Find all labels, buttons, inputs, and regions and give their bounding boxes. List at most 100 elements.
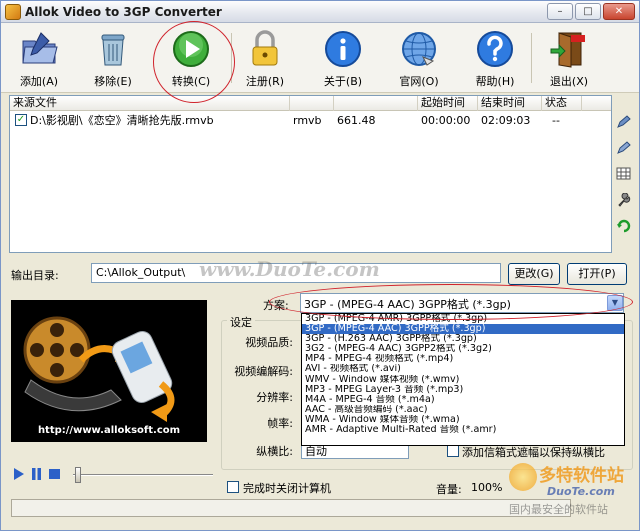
plan-option[interactable]: AAC - 高级音频编码 (*.aac) <box>302 405 624 415</box>
grid-icon[interactable] <box>616 167 632 181</box>
file-row[interactable]: ✓ D:\影视剧\《恋空》清晰抢先版.rmvb rmvb 661.48 00:0… <box>10 112 611 129</box>
about-button[interactable]: 关于(B) <box>315 27 371 89</box>
corner-brand-logo: 多特软件站 DuoTe.com 国内最安全的软件站 <box>509 459 633 519</box>
window-title: Allok Video to 3GP Converter <box>25 5 222 19</box>
col-source-file[interactable]: 来源文件 <box>10 96 290 111</box>
convert-button-label: 转换(C) <box>171 75 211 88</box>
file-list[interactable]: 来源文件 起始时间 结束时间 状态 ✓ D:\影视剧\《恋空》清晰抢先版.rmv… <box>9 95 612 253</box>
remove-button-label: 移除(E) <box>94 75 132 88</box>
help-icon <box>475 29 515 69</box>
letterbox-checkbox-box[interactable] <box>447 445 459 457</box>
help-button-label: 帮助(H) <box>475 75 515 88</box>
file-path: D:\影视剧\《恋空》清晰抢先版.rmvb <box>30 114 214 127</box>
refresh-arrow-icon[interactable] <box>616 219 632 233</box>
volume-label: 音量: <box>436 483 462 496</box>
file-end-time: 02:09:03 <box>481 114 531 127</box>
plan-option[interactable]: 3GP - (H.263 AAC) 3GPP格式 (*.3gp) <box>302 334 624 344</box>
plan-option[interactable]: 3G2 - (MPEG-4 AAC) 3GPP2格式 (*.3g2) <box>302 344 624 354</box>
play-icon[interactable] <box>13 468 24 480</box>
trash-bin-icon <box>93 29 133 69</box>
plan-select[interactable]: 3GP - (MPEG-4 AAC) 3GPP格式 (*.3gp) <box>300 293 624 313</box>
globe-icon <box>399 29 439 69</box>
register-button-label: 注册(R) <box>245 75 285 88</box>
center-watermark: www.DuoTe.com <box>199 257 380 281</box>
close-button[interactable]: ✕ <box>603 3 635 20</box>
plan-option-selected[interactable]: 3GP - (MPEG-4 AAC) 3GPP格式 (*.3gp) <box>302 324 624 335</box>
plan-option[interactable]: WMA - Window 媒体音频 (*.wma) <box>302 415 624 425</box>
open-dir-button[interactable]: 打开(P) <box>567 263 627 285</box>
play-convert-icon <box>171 29 211 69</box>
add-button[interactable]: 添加(A) <box>11 27 67 89</box>
stop-icon[interactable] <box>49 468 60 480</box>
edit-pencil-icon[interactable] <box>616 115 632 129</box>
about-button-label: 关于(B) <box>323 75 363 88</box>
register-button[interactable]: 注册(R) <box>237 27 293 89</box>
chevron-down-icon[interactable]: ▼ <box>607 295 623 311</box>
col-format[interactable] <box>290 96 334 111</box>
settings-group-title: 设定 <box>227 314 255 330</box>
app-window: Allok Video to 3GP Converter – □ ✕ 添加(A)… <box>0 0 640 531</box>
shutdown-checkbox-label: 完成时关闭计算机 <box>243 482 331 495</box>
corner-slogan: 国内最安全的软件站 <box>509 503 608 516</box>
corner-brand: 多特软件站 <box>539 466 624 486</box>
file-start-time: 00:00:00 <box>421 114 471 127</box>
title-bar: Allok Video to 3GP Converter – □ ✕ <box>1 1 639 23</box>
col-start-time[interactable]: 起始时间 <box>418 96 478 111</box>
col-duration[interactable] <box>334 96 418 111</box>
plan-option[interactable]: MP3 - MPEG Layer-3 音频 (*.mp3) <box>302 385 624 395</box>
convert-button[interactable]: 转换(C) <box>163 27 219 89</box>
add-button-label: 添加(A) <box>19 75 59 88</box>
seek-track[interactable] <box>73 474 213 476</box>
shutdown-checkbox-box[interactable] <box>227 481 239 493</box>
framerate-label: 帧率: <box>267 417 293 430</box>
plan-option[interactable]: M4A - MPEG-4 音频 (*.m4a) <box>302 395 624 405</box>
minimize-button[interactable]: – <box>547 3 573 20</box>
col-end-time[interactable]: 结束时间 <box>478 96 542 111</box>
preview-url-text: http://www.alloksoft.com <box>37 425 181 436</box>
status-bar <box>11 499 571 517</box>
video-preview: http://www.alloksoft.com <box>11 300 207 442</box>
film-reel-phone-image <box>23 316 175 422</box>
info-icon <box>323 29 363 69</box>
letterbox-checkbox-label: 添加信箱式遮幅以保持纵横比 <box>462 446 605 459</box>
plan-option[interactable]: MP4 - MPEG-4 视频格式 (*.mp4) <box>302 354 624 364</box>
maximize-button[interactable]: □ <box>575 3 601 20</box>
output-dir-label: 输出目录: <box>11 269 59 282</box>
file-row-checkbox[interactable]: ✓ <box>15 114 27 126</box>
plan-label: 方案: <box>263 299 289 312</box>
exit-door-icon <box>549 29 589 69</box>
website-button-label: 官网(O) <box>399 75 439 88</box>
plan-dropdown-list[interactable]: 3GP - (MPEG-4 AMR) 3GPP格式 (*.3gp) 3GP - … <box>301 313 625 446</box>
website-button[interactable]: 官网(O) <box>391 27 447 89</box>
player-controls <box>11 465 213 483</box>
plan-option[interactable]: AMR - Adaptive Multi-Rated 音频 (*.amr) <box>302 425 624 435</box>
add-folder-icon <box>19 29 59 69</box>
col-status[interactable]: 状态 <box>542 96 582 111</box>
aspect-ratio-label: 纵横比: <box>256 445 293 458</box>
plan-option[interactable]: WMV - Window 媒体视频 (*.wmv) <box>302 375 624 385</box>
wrench-icon[interactable] <box>616 192 632 207</box>
video-quality-label: 视频品质: <box>245 336 293 349</box>
brand-badge-icon <box>509 463 537 491</box>
volume-value: 100% <box>471 481 503 494</box>
edit-pencil-2-icon[interactable] <box>616 141 632 155</box>
file-list-header: 来源文件 起始时间 结束时间 状态 <box>10 96 611 111</box>
toolbar-separator <box>231 33 232 83</box>
remove-button[interactable]: 移除(E) <box>85 27 141 89</box>
app-logo-icon <box>5 4 21 20</box>
plan-option[interactable]: AVI - 视频格式 (*.avi) <box>302 364 624 374</box>
main-toolbar: 添加(A) 移除(E) 转换(C) 注册(R) 关于(B) 官网(O) 帮助(H… <box>1 23 639 93</box>
seek-thumb[interactable] <box>75 467 81 483</box>
plan-option[interactable]: 3GP - (MPEG-4 AMR) 3GPP格式 (*.3gp) <box>302 314 624 324</box>
change-dir-button[interactable]: 更改(G) <box>508 263 560 285</box>
exit-button-label: 退出(X) <box>549 75 589 88</box>
video-codec-label: 视频编解码: <box>234 365 293 378</box>
exit-button[interactable]: 退出(X) <box>541 27 597 89</box>
corner-url: DuoTe.com <box>547 485 615 498</box>
shutdown-checkbox[interactable]: 完成时关闭计算机 <box>227 480 367 495</box>
lock-icon <box>245 29 285 69</box>
resolution-label: 分辨率: <box>256 391 293 404</box>
pause-icon[interactable] <box>31 468 42 480</box>
help-button[interactable]: 帮助(H) <box>467 27 523 89</box>
letterbox-checkbox[interactable]: 添加信箱式遮幅以保持纵横比 <box>447 444 627 459</box>
